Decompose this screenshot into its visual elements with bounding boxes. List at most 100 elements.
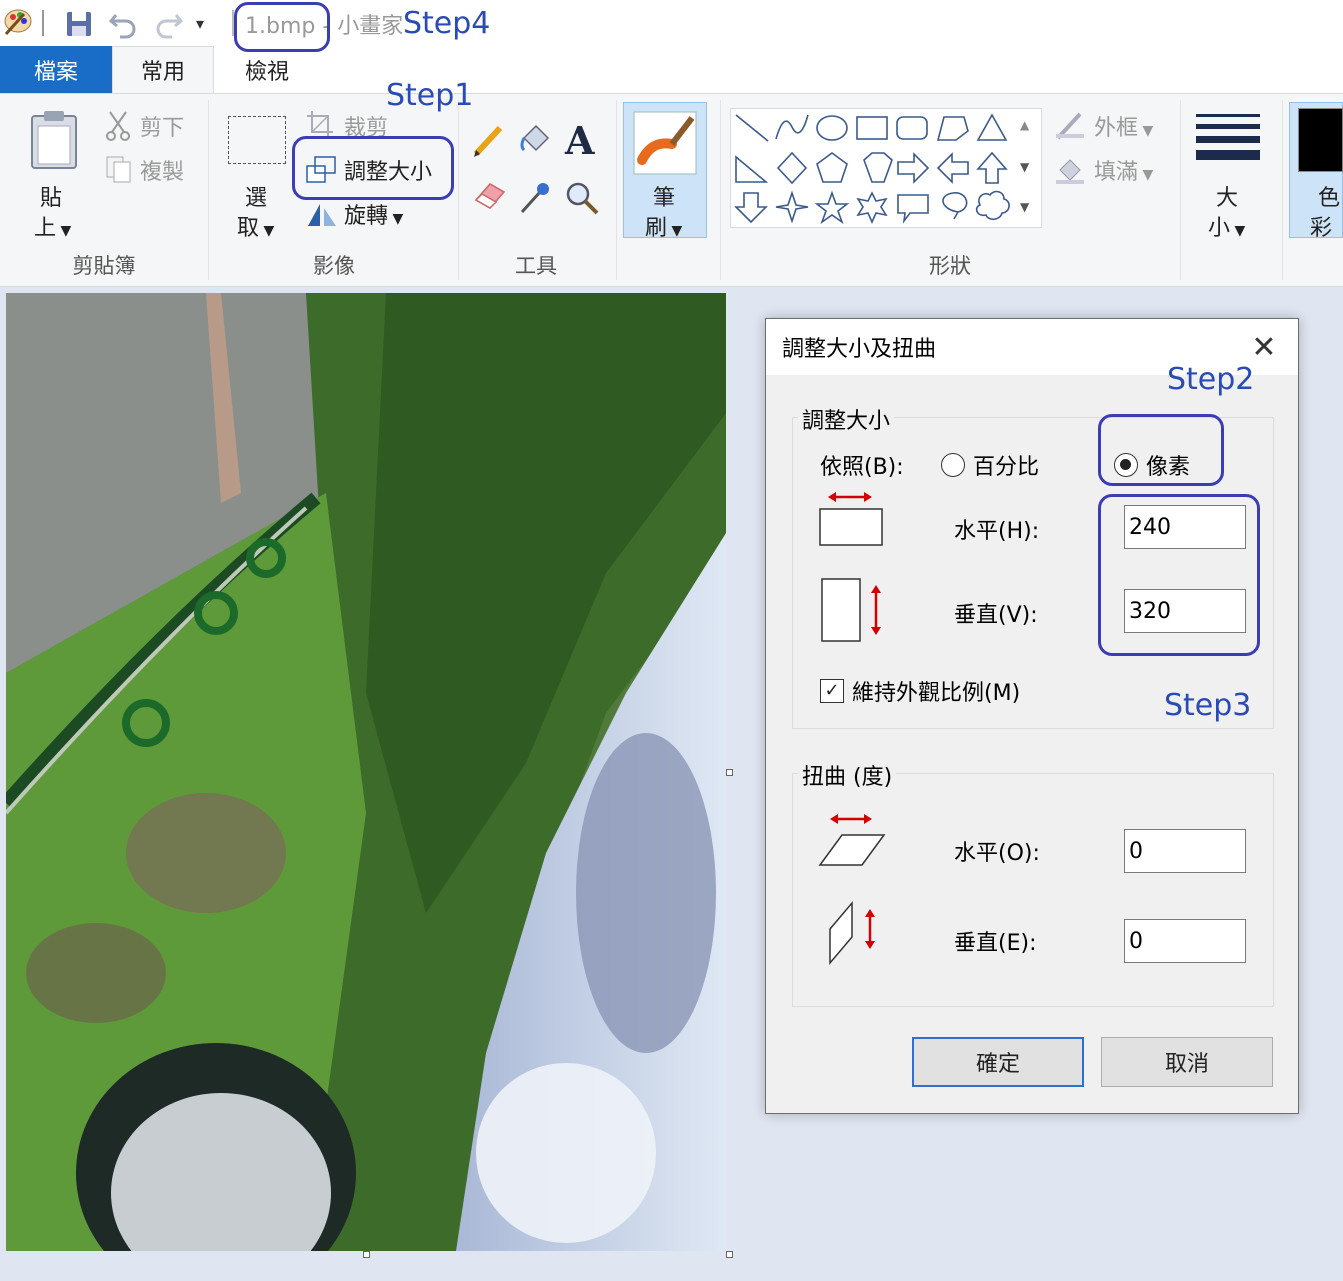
color-label-bottom: 彩: [1310, 216, 1333, 241]
vertical-skew-icon: [828, 899, 888, 973]
ribbon-separator: [458, 100, 459, 280]
step2-annotation: Step2: [1167, 362, 1255, 397]
step2-highlight-box: [1098, 414, 1224, 486]
pentagon-shape-icon: [816, 152, 848, 183]
select-icon[interactable]: [228, 116, 286, 164]
skew-vertical-label: 垂直(E):: [954, 931, 1037, 956]
copy-button[interactable]: 複製: [140, 154, 184, 186]
size-dropdown[interactable]: 小 ▼: [1208, 210, 1245, 242]
tab-home[interactable]: 常用: [112, 46, 214, 93]
cut-button[interactable]: 剪下: [140, 110, 184, 142]
paste-button[interactable]: 上 ▼: [34, 210, 71, 242]
skew-horizontal-input[interactable]: [1124, 829, 1246, 873]
curve-shape-icon: [775, 114, 809, 140]
fill-button[interactable]: 填滿 ▼: [1094, 154, 1153, 186]
line-size-icon[interactable]: [1196, 112, 1260, 172]
paste-label-top[interactable]: 貼: [40, 180, 62, 212]
diamond-shape-icon: [776, 151, 808, 185]
rounded-callout-shape-icon: [897, 194, 929, 224]
size-label-top: 大: [1216, 186, 1239, 211]
save-icon[interactable]: [64, 9, 94, 43]
color-picker-icon[interactable]: [518, 180, 552, 220]
skew-vertical-input[interactable]: [1124, 919, 1246, 963]
canvas-resize-handle-right[interactable]: [726, 769, 733, 776]
rectangle-shape-icon: [856, 116, 888, 140]
canvas-image[interactable]: [6, 293, 726, 1251]
chevron-down-icon: ▼: [56, 223, 72, 239]
canvas-picture: [6, 293, 726, 1251]
vertical-label: 垂直(V):: [954, 603, 1038, 628]
quick-access-dropdown-icon[interactable]: ▾: [196, 14, 204, 33]
polygon-shape-icon: [936, 116, 969, 141]
gallery-scroll-up-icon[interactable]: ▲: [1020, 118, 1029, 132]
fill-bucket-icon[interactable]: [518, 122, 552, 162]
shapes-svg[interactable]: [732, 109, 1012, 227]
brushes-label-top: 筆: [653, 186, 676, 211]
brush-icon: [632, 110, 698, 180]
chevron-down-icon: ▼: [1138, 167, 1154, 183]
tab-file[interactable]: 檔案: [0, 46, 112, 93]
maintain-aspect-label: 維持外觀比例(M): [852, 681, 1021, 706]
brushes-label-bottom: 刷: [645, 216, 668, 241]
left-arrow-shape-icon: [936, 152, 969, 184]
shapes-group-label: 形狀: [929, 254, 971, 278]
gallery-expand-icon[interactable]: ▼: [1020, 200, 1029, 214]
line-shape-icon: [735, 114, 769, 142]
text-tool-icon[interactable]: A: [565, 118, 594, 163]
hexagon-shape-icon: [863, 152, 893, 183]
color1-swatch: [1298, 108, 1343, 172]
step4-highlight-box: [234, 2, 330, 52]
down-arrow-shape-icon: [734, 192, 768, 224]
color-label-top: 色: [1318, 186, 1341, 211]
cancel-button[interactable]: 取消: [1101, 1037, 1273, 1087]
copy-icon: [104, 154, 134, 188]
brushes-dropdown[interactable]: 刷 ▼: [645, 210, 682, 242]
ribbon-separator: [1180, 100, 1181, 280]
percent-radio[interactable]: 百分比: [941, 449, 1039, 481]
title-separator: [42, 10, 44, 36]
oval-callout-shape-icon: [942, 192, 968, 220]
skew-section-title: 扭曲 (度): [798, 759, 897, 791]
select-label-bottom: 取: [237, 216, 260, 241]
image-group-label: 影像: [313, 254, 355, 278]
step1-highlight-box: [292, 136, 454, 200]
ribbon-separator: [208, 100, 209, 280]
horizontal-resize-icon: [818, 487, 884, 553]
step4-annotation: Step4: [403, 6, 491, 41]
undo-icon[interactable]: [108, 9, 140, 43]
gallery-scroll-down-icon[interactable]: ▼: [1020, 160, 1029, 174]
magnifier-icon[interactable]: [564, 180, 600, 220]
canvas-resize-handle-bottom[interactable]: [363, 1251, 370, 1258]
maintain-aspect-checkbox[interactable]: ✓ 維持外觀比例(M): [820, 675, 1020, 707]
chevron-down-icon: ▼: [1138, 123, 1154, 139]
select-button[interactable]: 取 ▼: [237, 210, 274, 242]
rotate-button[interactable]: 旋轉 ▼: [344, 198, 403, 230]
outline-button[interactable]: 外框 ▼: [1094, 110, 1153, 142]
paste-icon[interactable]: [26, 108, 82, 176]
pencil-icon[interactable]: [472, 122, 506, 162]
redo-icon[interactable]: [152, 9, 184, 43]
skew-horizontal-label: 水平(O):: [954, 841, 1040, 866]
shapes-grid: [732, 109, 1012, 227]
paint-app-icon[interactable]: [2, 4, 34, 44]
outline-icon: [1054, 110, 1086, 144]
canvas-resize-handle-corner[interactable]: [726, 1251, 733, 1258]
right-triangle-shape-icon: [735, 155, 769, 183]
five-point-star-shape-icon: [814, 190, 850, 225]
four-point-star-shape-icon: [775, 190, 809, 224]
ribbon-separator: [616, 100, 617, 280]
fill-label: 填滿: [1094, 160, 1139, 185]
select-label-top[interactable]: 選: [245, 180, 267, 212]
tools-group-label: 工具: [515, 254, 557, 278]
rounded-rectangle-shape-icon: [896, 116, 928, 140]
ok-button[interactable]: 確定: [912, 1037, 1084, 1087]
rotate-label: 旋轉: [344, 204, 389, 229]
cloud-callout-shape-icon: [975, 190, 1010, 221]
eraser-icon[interactable]: [472, 180, 508, 214]
oval-shape-icon: [816, 115, 848, 141]
close-icon[interactable]: ✕: [1242, 329, 1286, 365]
checkbox-checked-icon: ✓: [820, 679, 844, 703]
fill-icon: [1054, 154, 1086, 188]
tab-view[interactable]: 檢視: [225, 46, 309, 93]
dialog-title: 調整大小及扭曲: [782, 337, 937, 362]
